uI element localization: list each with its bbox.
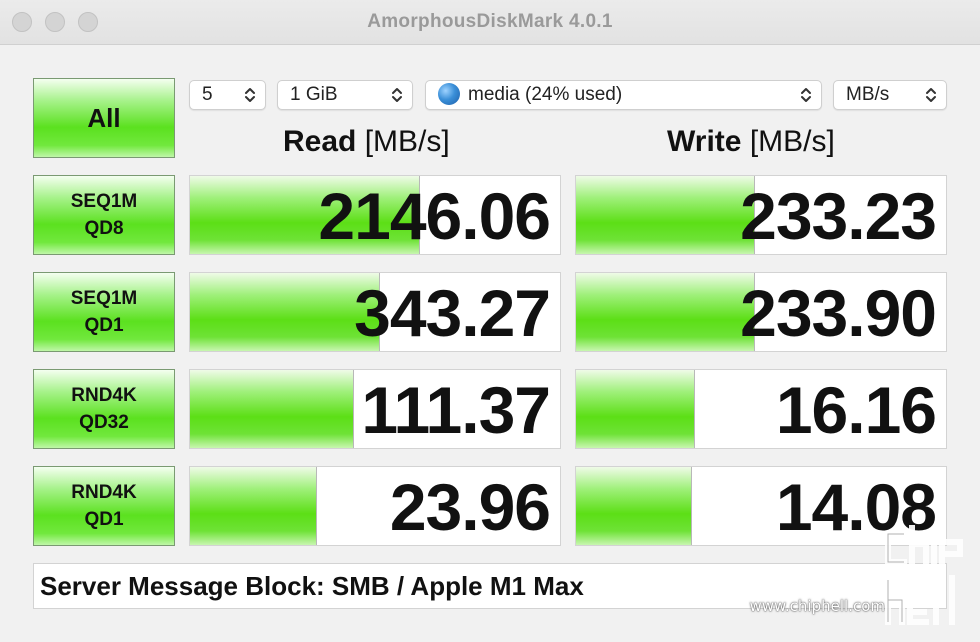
test-label: SEQ1M QD8 — [70, 191, 138, 239]
write-bar — [576, 273, 755, 351]
window-title: AmorphousDiskMark 4.0.1 — [367, 11, 613, 32]
test-label: SEQ1M QD1 — [70, 288, 138, 336]
unit-value: MB/s — [846, 84, 890, 105]
main-panel: All 5 1 GiB media (24% used) MB/s Read [… — [0, 45, 980, 642]
write-result-rnd4k-qd32: 16.16 — [575, 369, 947, 449]
globe-icon — [438, 83, 460, 105]
write-header-label: Write — [667, 125, 742, 158]
test-label: RND4K QD32 — [71, 385, 137, 433]
read-value: 2146.06 — [318, 179, 551, 253]
read-value: 343.27 — [354, 276, 551, 350]
read-bar — [190, 467, 317, 545]
write-result-seq1m-qd1: 233.90 — [575, 272, 947, 352]
test-button-seq1m-qd1[interactable]: SEQ1M QD1 — [33, 272, 175, 352]
write-bar — [576, 467, 692, 545]
run-all-label: All — [87, 102, 121, 133]
chiphell-logo-watermark — [885, 525, 963, 625]
watermark-url: www.chiphell.com — [749, 597, 885, 615]
write-header-unit: [MB/s] — [749, 125, 835, 158]
write-value: 233.23 — [740, 179, 937, 253]
chevron-updown-icon — [926, 88, 936, 102]
read-result-rnd4k-qd1: 23.96 — [189, 466, 561, 546]
test-button-rnd4k-qd1[interactable]: RND4K QD1 — [33, 466, 175, 546]
write-bar — [576, 370, 696, 448]
read-result-seq1m-qd1: 343.27 — [189, 272, 561, 352]
target-volume-value: media (24% used) — [468, 84, 623, 105]
test-button-seq1m-qd8[interactable]: SEQ1M QD8 — [33, 175, 175, 255]
write-column-header: Write [MB/s] — [667, 125, 835, 159]
read-header-unit: [MB/s] — [364, 125, 450, 158]
read-value: 23.96 — [389, 470, 551, 544]
run-all-button[interactable]: All — [33, 78, 175, 158]
write-result-seq1m-qd8: 233.23 — [575, 175, 947, 255]
test-button-rnd4k-qd32[interactable]: RND4K QD32 — [33, 369, 175, 449]
read-column-header: Read [MB/s] — [283, 125, 450, 159]
read-value: 111.37 — [361, 373, 551, 447]
write-bar — [576, 176, 755, 254]
chevron-updown-icon — [392, 88, 402, 102]
test-size-value: 1 GiB — [290, 84, 338, 105]
read-result-seq1m-qd8: 2146.06 — [189, 175, 561, 255]
title-bar: AmorphousDiskMark 4.0.1 — [0, 0, 980, 45]
chevron-updown-icon — [801, 88, 811, 102]
write-value: 233.90 — [740, 276, 937, 350]
read-header-label: Read — [283, 125, 357, 158]
test-count-select[interactable]: 5 — [189, 80, 266, 110]
target-volume-select[interactable]: media (24% used) — [425, 80, 822, 110]
test-size-select[interactable]: 1 GiB — [277, 80, 413, 110]
read-result-rnd4k-qd32: 111.37 — [189, 369, 561, 449]
test-label: RND4K QD1 — [71, 482, 137, 530]
unit-select[interactable]: MB/s — [833, 80, 947, 110]
read-bar — [190, 370, 354, 448]
write-value: 16.16 — [775, 373, 937, 447]
chevron-updown-icon — [245, 88, 255, 102]
test-count-value: 5 — [202, 84, 213, 105]
read-bar — [190, 273, 380, 351]
